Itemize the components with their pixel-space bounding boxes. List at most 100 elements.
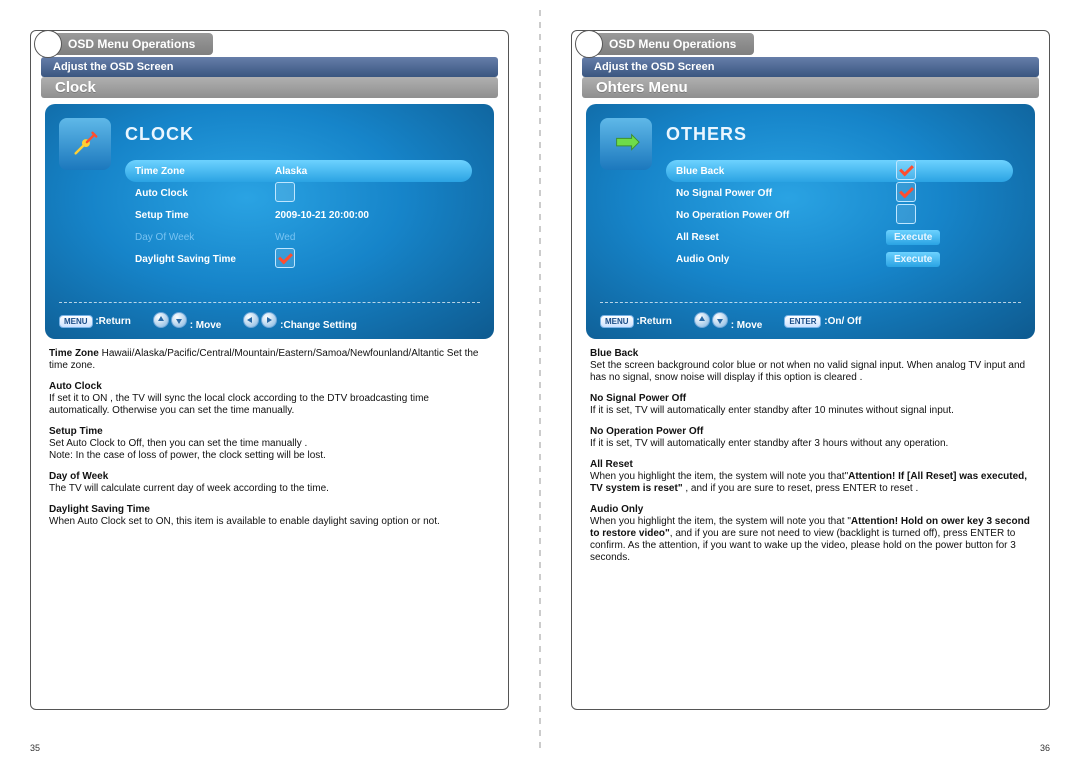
desc-heading: No Signal Power Off <box>590 393 686 404</box>
menu-row-nosignal[interactable]: No Signal Power Off <box>666 182 1013 204</box>
description-text: Blue Back Set the screen background colo… <box>590 348 1031 564</box>
legend-onoff: ENTER :On/ Off <box>784 315 861 328</box>
header-tab: OSD Menu Operations <box>30 30 213 58</box>
row-label: No Operation Power Off <box>676 210 896 221</box>
osd-dashline <box>59 302 480 303</box>
menu-pill-icon: MENU <box>600 315 634 328</box>
row-label: Audio Only <box>676 254 886 265</box>
osd-title: OTHERS <box>666 124 747 145</box>
arrows-updown-icon <box>694 312 728 328</box>
header-tab-row: OSD Menu Operations <box>31 31 508 57</box>
page-number: 35 <box>30 743 40 753</box>
osd-items: Time Zone Alaska Auto Clock Setup Time 2… <box>125 160 472 270</box>
row-value <box>896 160 916 183</box>
desc-heading: Audio Only <box>590 504 643 515</box>
header-tab: OSD Menu Operations <box>571 30 754 58</box>
enter-pill-icon: ENTER <box>784 315 821 328</box>
menu-row-audioonly[interactable]: Audio Only Execute <box>666 248 1013 270</box>
row-label: All Reset <box>676 232 886 243</box>
row-value: 2009-10-21 20:00:00 <box>275 210 445 221</box>
sub-bar: Adjust the OSD Screen <box>582 57 1039 77</box>
row-value <box>275 248 395 271</box>
tools-icon <box>59 118 111 170</box>
legend-change: :Change Setting <box>243 312 356 331</box>
header-tab-row: OSD Menu Operations <box>572 31 1049 57</box>
desc-heading: Blue Back <box>590 348 638 359</box>
row-label: Day Of Week <box>135 232 275 243</box>
menu-row-dst[interactable]: Daylight Saving Time <box>125 248 472 270</box>
desc-heading: Auto Clock <box>49 381 102 392</box>
section-title: Ohters Menu <box>582 77 1039 98</box>
page-frame: OSD Menu Operations Adjust the OSD Scree… <box>571 30 1050 710</box>
row-label: Time Zone <box>135 166 275 177</box>
osd-title: CLOCK <box>125 124 194 145</box>
page-left: OSD Menu Operations Adjust the OSD Scree… <box>0 0 539 763</box>
desc-body: Note: In the case of loss of power, the … <box>49 450 326 461</box>
tab-disc-icon <box>575 30 603 58</box>
row-value: Alaska <box>275 166 395 177</box>
description-text: Time Zone Hawaii/Alaska/Pacific/Central/… <box>49 348 490 528</box>
arrow-enter-icon <box>600 118 652 170</box>
menu-row-timezone[interactable]: Time Zone Alaska <box>125 160 472 182</box>
row-value <box>896 204 916 227</box>
execute-button[interactable]: Execute <box>886 252 940 267</box>
row-value: Wed <box>275 232 395 243</box>
legend-label: :Return <box>636 316 672 327</box>
checkbox-icon <box>275 182 295 202</box>
desc-body: If set it to ON , the TV will sync the l… <box>49 393 429 416</box>
row-label: Setup Time <box>135 210 275 221</box>
arrows-updown-icon <box>153 312 187 328</box>
legend-label: : Move <box>731 320 763 331</box>
desc-body: When you highlight the item, the system … <box>590 516 851 527</box>
menu-row-nooperation[interactable]: No Operation Power Off <box>666 204 1013 226</box>
osd-legend: MENU :Return : Move ENTER :On/ Off <box>600 312 1021 331</box>
menu-row-allreset[interactable]: All Reset Execute <box>666 226 1013 248</box>
desc-heading: Setup Time <box>49 426 103 437</box>
row-label: Blue Back <box>676 166 896 177</box>
row-value <box>275 182 395 205</box>
desc-body: Hawaii/Alaska/Pacific/Central/Mountain/E… <box>49 348 478 371</box>
legend-move: : Move <box>694 312 762 331</box>
row-label: Daylight Saving Time <box>135 254 275 265</box>
checkbox-checked-icon <box>275 248 295 268</box>
desc-heading: Daylight Saving Time <box>49 504 150 515</box>
desc-body: Set Auto Clock to Off, then you can set … <box>49 438 307 449</box>
execute-button[interactable]: Execute <box>886 230 940 245</box>
osd-legend: MENU :Return : Move :Change Setting <box>59 312 480 331</box>
page-right: OSD Menu Operations Adjust the OSD Scree… <box>541 0 1080 763</box>
desc-body: If it is set, TV will automatically ente… <box>590 438 948 449</box>
page-frame: OSD Menu Operations Adjust the OSD Scree… <box>30 30 509 710</box>
menu-row-blueback[interactable]: Blue Back <box>666 160 1013 182</box>
desc-body: The TV will calculate current day of wee… <box>49 483 329 494</box>
desc-body: If it is set, TV will automatically ente… <box>590 405 954 416</box>
menu-row-dayofweek: Day Of Week Wed <box>125 226 472 248</box>
checkbox-checked-icon <box>896 160 916 180</box>
menu-row-setuptime[interactable]: Setup Time 2009-10-21 20:00:00 <box>125 204 472 226</box>
menu-pill-icon: MENU <box>59 315 93 328</box>
desc-heading: Time Zone <box>49 348 99 359</box>
sub-bar: Adjust the OSD Screen <box>41 57 498 77</box>
osd-dashline <box>600 302 1021 303</box>
tab-title: OSD Menu Operations <box>54 33 213 55</box>
tab-title: OSD Menu Operations <box>595 33 754 55</box>
row-label: No Signal Power Off <box>676 188 896 199</box>
checkbox-checked-icon <box>896 182 916 202</box>
legend-move: : Move <box>153 312 221 331</box>
row-label: Auto Clock <box>135 188 275 199</box>
menu-row-autoclock[interactable]: Auto Clock <box>125 182 472 204</box>
row-value <box>896 182 916 205</box>
legend-return: MENU :Return <box>59 315 131 328</box>
osd-items: Blue Back No Signal Power Off No Operati… <box>666 160 1013 270</box>
desc-body: , and if you are sure to reset, press EN… <box>685 483 918 494</box>
legend-label: :Return <box>95 316 131 327</box>
osd-screen-others: OTHERS Blue Back No Signal Power Off No … <box>586 104 1035 339</box>
arrows-leftright-icon <box>243 312 277 328</box>
manual-spread: OSD Menu Operations Adjust the OSD Scree… <box>0 0 1080 763</box>
tab-disc-icon <box>34 30 62 58</box>
desc-body: When you highlight the item, the system … <box>590 471 848 482</box>
legend-label: : Move <box>190 320 222 331</box>
legend-return: MENU :Return <box>600 315 672 328</box>
section-title: Clock <box>41 77 498 98</box>
desc-heading: Day of Week <box>49 471 108 482</box>
page-number: 36 <box>1040 743 1050 753</box>
